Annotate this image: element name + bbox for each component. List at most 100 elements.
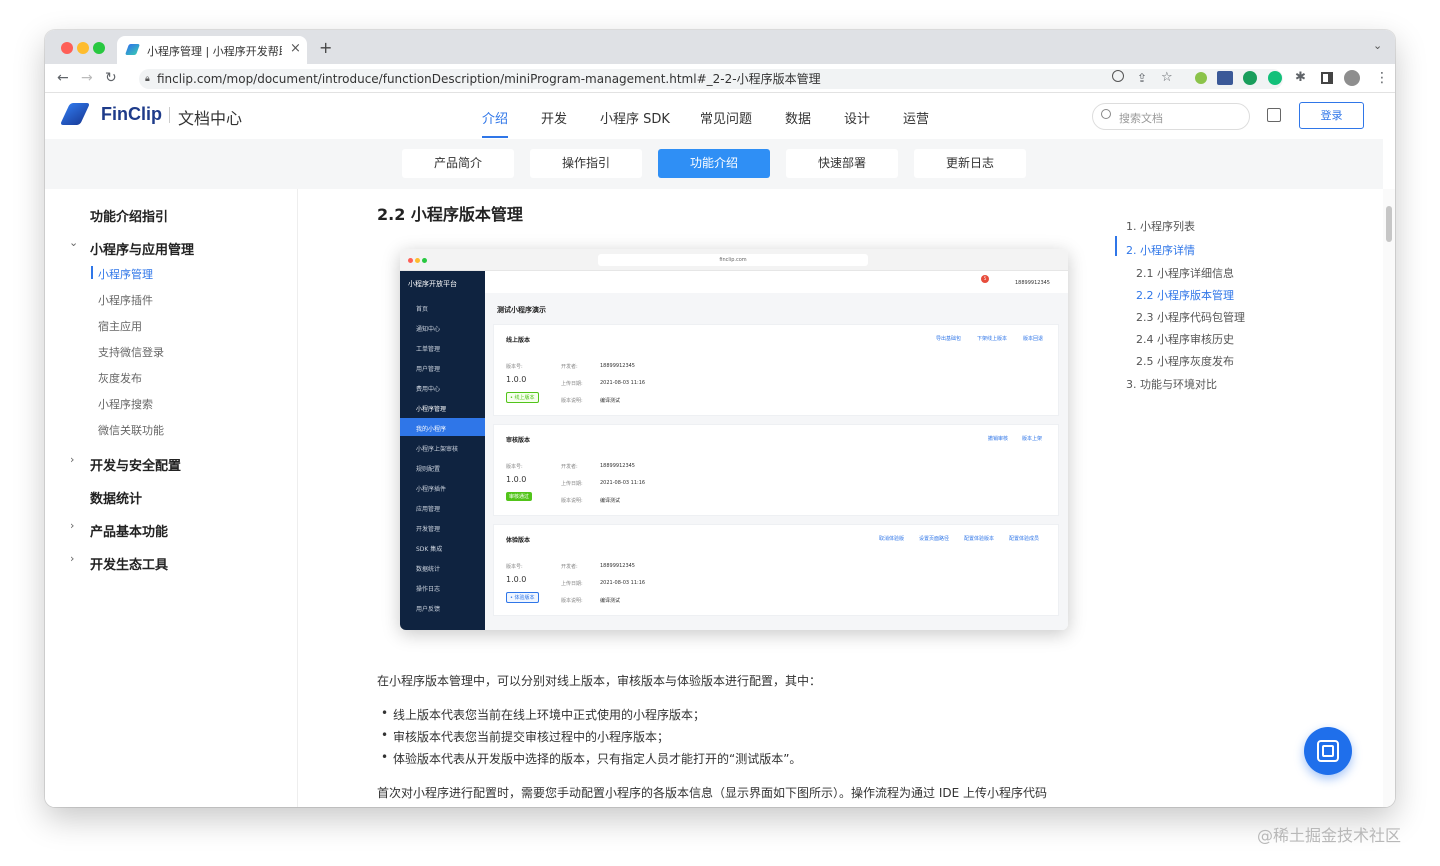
finclip-logo-icon: [59, 103, 91, 125]
toc-item[interactable]: 3. 功能与环境对比: [1126, 376, 1217, 392]
bullet-dot: •: [381, 706, 389, 720]
tab-close-icon[interactable]: ×: [290, 41, 301, 56]
intro-paragraph: 在小程序版本管理中，可以分别对线上版本，审核版本与体验版本进行配置，其中：: [377, 674, 822, 688]
floating-help-button[interactable]: [1304, 727, 1352, 775]
card-date: 2021-08-03 11:16: [600, 380, 646, 386]
sidebar-section-dev-security[interactable]: 开发与安全配置: [90, 455, 181, 474]
panel-inner-icon: [1322, 745, 1334, 757]
nav-data[interactable]: 数据: [785, 108, 811, 127]
subtab-changelog[interactable]: 更新日志: [914, 149, 1026, 178]
shot-menu-item: 费用中心: [416, 386, 441, 393]
subtab-deploy[interactable]: 快速部署: [786, 149, 898, 178]
subtab-features[interactable]: 功能介绍: [658, 149, 770, 178]
back-icon[interactable]: ←: [57, 69, 69, 87]
shot-card-trial: 体验版本 取消体验版 设置页面路径 配置体验版本 配置体验成员 版本号: 1.0…: [493, 524, 1059, 616]
sidebar-item-wechat-link[interactable]: 微信关联功能: [98, 422, 164, 438]
subtab-guide[interactable]: 操作指引: [530, 149, 642, 178]
toc-item[interactable]: 2.3 小程序代码包管理: [1136, 309, 1245, 325]
toc-item[interactable]: 2.2 小程序版本管理: [1136, 287, 1234, 303]
toc-item[interactable]: 1. 小程序列表: [1126, 218, 1195, 234]
shot-browser-bar: finclip.com: [400, 249, 1068, 271]
nav-operations[interactable]: 运营: [903, 108, 929, 127]
chevron-right-icon[interactable]: ›: [70, 519, 74, 532]
profile-avatar[interactable]: [1344, 70, 1360, 86]
sidebar-title[interactable]: 功能介绍指引: [90, 206, 168, 225]
shot-menu-item: 应用管理: [416, 506, 441, 513]
scrollbar-thumb[interactable]: [1386, 206, 1392, 242]
translate-icon[interactable]: [1267, 108, 1281, 122]
puzzle-extensions-icon[interactable]: ✱: [1295, 69, 1306, 87]
nav-faq[interactable]: 常见问题: [700, 108, 752, 127]
card-label: 版本说明:: [561, 498, 583, 504]
bullet-dot: •: [381, 750, 389, 764]
sidebar-item-plugins[interactable]: 小程序插件: [98, 292, 153, 308]
nav-sdk[interactable]: 小程序 SDK: [600, 108, 670, 127]
grammar-extension-icon[interactable]: [1243, 71, 1257, 85]
sidebar-item-gray-release[interactable]: 灰度发布: [98, 370, 142, 386]
forward-icon[interactable]: →: [81, 69, 93, 87]
nav-design[interactable]: 设计: [844, 108, 870, 127]
share-icon[interactable]: ⇪: [1137, 69, 1147, 87]
card-action: 撤销审核: [988, 436, 1009, 442]
extension-badge-icon[interactable]: [1217, 71, 1233, 85]
card-action: 设置页面路径: [919, 536, 950, 542]
maximize-window-button[interactable]: [93, 42, 105, 54]
sidebar-item-miniprogram-management[interactable]: 小程序管理: [98, 266, 153, 282]
nav-active-indicator: [482, 136, 508, 138]
bookmark-star-icon[interactable]: ☆: [1161, 69, 1173, 87]
search-icon: [1101, 109, 1111, 119]
search-box[interactable]: 搜索文档: [1092, 103, 1250, 130]
shot-card-online: 线上版本 导出基础包 下架线上版本 版本回退 版本号: 1.0.0 开发者: 1…: [493, 324, 1059, 416]
page-scrollbar[interactable]: [1383, 189, 1395, 807]
sidepanel-icon[interactable]: [1321, 72, 1333, 84]
sidebar-item-host-apps[interactable]: 宿主应用: [98, 318, 142, 334]
sidebar-group-app-management[interactable]: 小程序与应用管理: [90, 239, 194, 258]
logo-divider: [169, 107, 170, 123]
browser-tab[interactable]: 小程序管理 | 小程序开发帮助中心 ×: [117, 36, 307, 64]
card-title: 审核版本: [506, 437, 531, 444]
logo-text[interactable]: FinClip: [101, 104, 162, 125]
nav-intro[interactable]: 介绍: [482, 108, 508, 127]
shot-page-title: 测试小程序演示: [497, 306, 546, 314]
shot-menu-item: 用户反馈: [416, 606, 441, 613]
new-tab-button[interactable]: +: [319, 38, 332, 57]
chevron-down-icon[interactable]: ⌄: [69, 236, 78, 249]
address-bar[interactable]: 🔒︎ finclip.com/mop/document/introduce/fu…: [139, 69, 1283, 89]
sidebar-item-wechat-login[interactable]: 支持微信登录: [98, 344, 164, 360]
sidebar-item-search[interactable]: 小程序搜索: [98, 396, 153, 412]
shot-account: 18899912345: [1015, 280, 1050, 286]
shot-menu-item: 工单管理: [416, 346, 441, 353]
minimize-window-button[interactable]: [77, 42, 89, 54]
tab-list-chevron-icon[interactable]: ⌄: [1373, 39, 1382, 52]
eye-off-icon[interactable]: [1112, 70, 1124, 82]
browser-menu-icon[interactable]: ⋮: [1375, 69, 1389, 87]
extension-icon[interactable]: [1195, 72, 1207, 84]
sidebar-section-data-stats[interactable]: 数据统计: [90, 488, 142, 507]
card-desc: 编译测试: [600, 398, 621, 404]
sidebar-section-dev-tools[interactable]: 开发生态工具: [90, 554, 168, 573]
login-button[interactable]: 登录: [1299, 102, 1364, 129]
toc-item[interactable]: 2.5 小程序灰度发布: [1136, 353, 1234, 369]
card-date: 2021-08-03 11:16: [600, 580, 646, 586]
card-action: 导出基础包: [936, 336, 962, 342]
sub-tab-bar: 产品简介 操作指引 功能介绍 快速部署 更新日志: [45, 139, 1383, 189]
toc-item[interactable]: 2. 小程序详情: [1126, 242, 1195, 258]
sidebar-active-indicator: [91, 266, 93, 279]
close-window-button[interactable]: [61, 42, 73, 54]
toc-item[interactable]: 2.1 小程序详细信息: [1136, 265, 1234, 281]
shot-url: finclip.com: [598, 254, 868, 266]
bullet-dot: •: [381, 728, 389, 742]
nav-develop[interactable]: 开发: [541, 108, 567, 127]
sidebar-section-basic-features[interactable]: 产品基本功能: [90, 521, 168, 540]
reload-icon[interactable]: ↻: [105, 69, 117, 87]
subtab-product-intro[interactable]: 产品简介: [402, 149, 514, 178]
card-developer: 18899912345: [600, 563, 635, 569]
chevron-right-icon[interactable]: ›: [70, 552, 74, 565]
card-date: 2021-08-03 11:16: [600, 480, 646, 486]
toc-item[interactable]: 2.4 小程序审核历史: [1136, 331, 1234, 347]
card-action: 下架线上版本: [977, 336, 1008, 342]
sync-extension-icon[interactable]: [1268, 71, 1282, 85]
site-name[interactable]: 文档中心: [178, 105, 242, 129]
shot-min-dot: [415, 258, 420, 263]
chevron-right-icon[interactable]: ›: [70, 453, 74, 466]
